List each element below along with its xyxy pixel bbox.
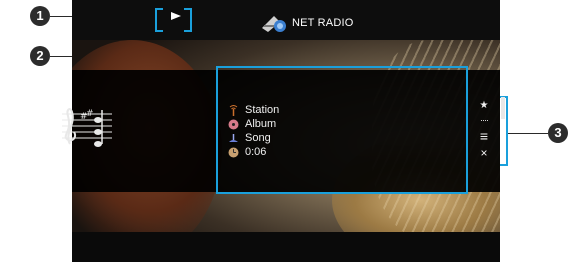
info-highlight-box [216,66,468,194]
play-icon [171,12,181,20]
elapsed-time: 0:06 [245,146,267,158]
net-radio-icon [262,16,286,32]
playback-state-highlight-right [184,8,192,32]
callout-badge-3: 3 [548,123,568,143]
album-label: Album [245,118,277,130]
album-icon [228,119,239,130]
source-label: NET RADIO [292,17,354,29]
callout-badge-2: 2 [30,46,50,66]
favorite-button[interactable]: ★ [478,100,490,111]
list-icon: ≡ [479,128,489,144]
station-icon [229,105,238,116]
dots-icon: ···· [480,115,489,125]
callout-line-3 [508,133,548,134]
close-button[interactable]: × [478,146,490,160]
svg-text:#: # [86,109,94,119]
callout-badge-1: 1 [30,6,50,26]
elapsed-time-icon [228,147,239,158]
menu-scroll-indicator [501,97,505,119]
close-icon: × [480,146,488,160]
list-button[interactable]: ≡ [477,129,491,143]
album-art: # # [62,108,112,147]
star-icon: ★ [479,100,489,111]
playback-state-highlight [155,8,163,32]
song-icon [229,134,238,142]
options-button[interactable]: ···· [476,115,492,125]
song-label: Song [245,132,271,144]
bottom-band [72,232,500,262]
station-label: Station [245,104,280,116]
